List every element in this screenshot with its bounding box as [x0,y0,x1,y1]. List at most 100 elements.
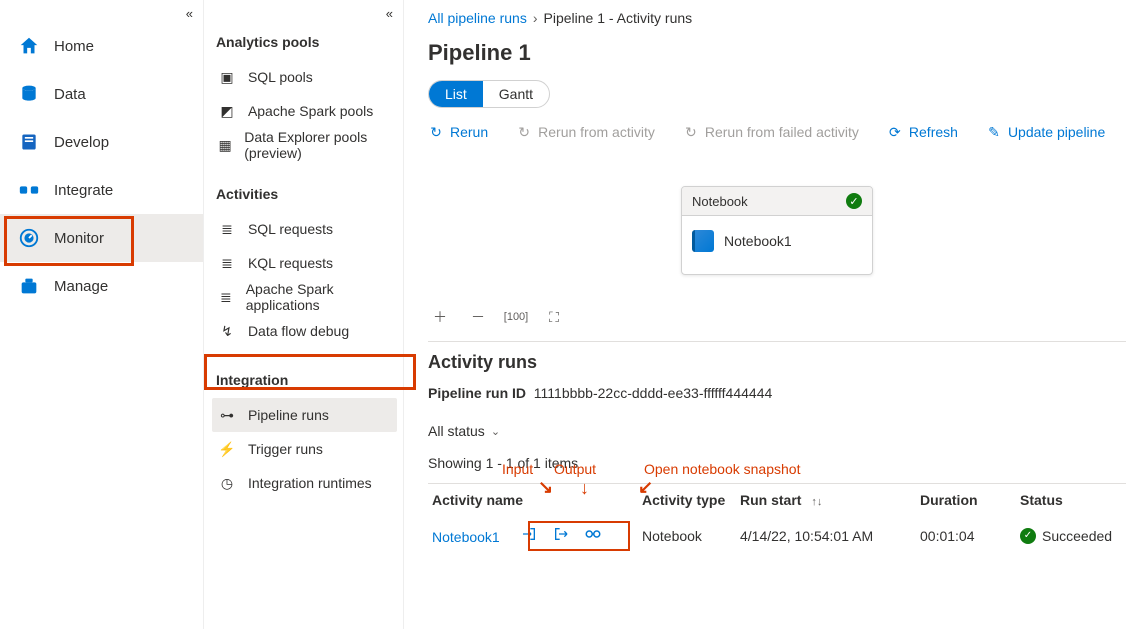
rerun-activity-button: ↻ Rerun from activity [516,124,655,140]
collapse-left-icon[interactable]: « [186,6,193,21]
activity-runs-title: Activity runs [428,352,1126,373]
breadcrumb: All pipeline runs › Pipeline 1 - Activit… [428,10,1126,26]
fit-screen-button[interactable]: ⛶ [544,307,564,327]
subnav-kql-requests[interactable]: ≣ KQL requests [212,246,397,280]
develop-icon [18,131,40,153]
nav-label: Integrate [54,182,113,199]
subnav-label: Data Explorer pools (preview) [244,129,391,161]
rerun-failed-icon: ↻ [683,124,699,140]
spark-pools-icon: ◩ [218,102,236,120]
col-duration[interactable]: Duration [916,484,1016,519]
rerun-icon: ↻ [428,124,444,140]
button-label: Refresh [909,124,958,140]
manage-icon [18,275,40,297]
subnav-label: Trigger runs [248,441,323,457]
section-title: Integration [216,372,393,388]
toggle-list[interactable]: List [429,81,483,107]
subnav-sql-pools[interactable]: ▣ SQL pools [212,60,397,94]
nav-label: Manage [54,278,108,295]
cell-duration: 00:01:04 [916,518,1016,553]
update-pipeline-button[interactable]: ✎ Update pipeline [986,124,1105,140]
subnav-pipeline-runs[interactable]: ⊶ Pipeline runs [212,398,397,432]
subnav-label: SQL requests [248,221,333,237]
output-port [872,227,873,241]
subnav-data-explorer-pools[interactable]: ▦ Data Explorer pools (preview) [212,128,397,162]
subnav-label: Data flow debug [248,323,349,339]
nav-data[interactable]: Data [0,70,203,118]
breadcrumb-current: Pipeline 1 - Activity runs [544,10,693,26]
node-type: Notebook [692,194,748,209]
success-icon: ✓ [846,193,862,209]
refresh-button[interactable]: ⟳ Refresh [887,124,958,140]
data-icon [18,83,40,105]
cell-start: 4/14/22, 10:54:01 AM [736,518,916,553]
canvas-area: Notebook ✓ Notebook1 [428,186,1126,275]
input-icon[interactable] [520,526,538,542]
col-status[interactable]: Status [1016,484,1126,519]
subnav-spark-pools[interactable]: ◩ Apache Spark pools [212,94,397,128]
activity-node[interactable]: Notebook ✓ Notebook1 [681,186,873,275]
activity-name-link[interactable]: Notebook1 [432,529,500,545]
subnav-label: Pipeline runs [248,407,329,423]
edit-icon: ✎ [986,124,1002,140]
subnav-label: Integration runtimes [248,475,372,491]
zoom-in-button[interactable]: ＋ [430,307,450,327]
chevron-right-icon: › [533,10,538,26]
trigger-runs-icon: ⚡ [218,440,236,458]
col-activity-name[interactable]: Activity name [428,484,638,519]
zoom-reset-button[interactable]: [100] [506,307,526,327]
left-rail: « Home Data Develop Integrate [0,0,204,629]
nav-integrate[interactable]: Integrate [0,166,203,214]
subnav-label: Apache Spark applications [246,281,391,313]
subnav-label: Apache Spark pools [248,103,373,119]
toolbar: ↻ Rerun ↻ Rerun from activity ↻ Rerun fr… [428,124,1126,140]
node-name: Notebook1 [724,233,792,249]
run-id-value: 1111bbbb-22cc-dddd-ee33-ffffff444444 [534,385,772,401]
subnav-trigger-runs[interactable]: ⚡ Trigger runs [212,432,397,466]
open-snapshot-icon[interactable] [584,526,602,542]
page-title: Pipeline 1 [428,40,1126,66]
canvas-tools: ＋ － [100] ⛶ [428,307,1126,327]
table-row: Notebook1 [428,518,1126,553]
nav-label: Home [54,38,94,55]
kql-requests-icon: ≣ [218,254,236,272]
subnav-spark-apps[interactable]: ≣ Apache Spark applications [212,280,397,314]
subnav-label: SQL pools [248,69,313,85]
subnav-label: KQL requests [248,255,333,271]
integration-runtimes-icon: ◷ [218,474,236,492]
rerun-activity-icon: ↻ [516,124,532,140]
nav-monitor[interactable]: Monitor [0,214,203,262]
button-label: Rerun from activity [538,124,655,140]
run-id-row: Pipeline run ID 1111bbbb-22cc-dddd-ee33-… [428,385,1126,401]
section-title: Analytics pools [216,34,393,50]
output-icon[interactable] [552,526,570,542]
dataflow-icon: ↯ [218,322,236,340]
zoom-out-button[interactable]: － [468,307,488,327]
collapse-sub-icon[interactable]: « [386,6,393,21]
button-label: Update pipeline [1008,124,1105,140]
nav-manage[interactable]: Manage [0,262,203,310]
breadcrumb-root[interactable]: All pipeline runs [428,10,527,26]
rerun-failed-button: ↻ Rerun from failed activity [683,124,859,140]
subnav-sql-requests[interactable]: ≣ SQL requests [212,212,397,246]
subnav-integration-runtimes[interactable]: ◷ Integration runtimes [212,466,397,500]
showing-count: Showing 1 - 1 of 1 items [428,455,1126,471]
col-activity-type[interactable]: Activity type [638,484,736,519]
filter-label: All status [428,423,485,439]
subnav-dataflow-debug[interactable]: ↯ Data flow debug [212,314,397,348]
nav-label: Data [54,86,86,103]
button-label: Rerun [450,124,488,140]
nav-home[interactable]: Home [0,22,203,70]
rerun-button[interactable]: ↻ Rerun [428,124,488,140]
sort-icon: ↑↓ [811,496,822,508]
toggle-gantt[interactable]: Gantt [483,81,549,107]
run-id-label: Pipeline run ID [428,385,526,401]
nav-develop[interactable]: Develop [0,118,203,166]
status-filter[interactable]: All status ⌄ [428,423,1126,439]
refresh-icon: ⟳ [887,124,903,140]
sql-pools-icon: ▣ [218,68,236,86]
integrate-icon [18,179,40,201]
monitor-icon [18,227,40,249]
cell-type: Notebook [638,518,736,553]
col-run-start[interactable]: Run start ↑↓ [736,484,916,519]
